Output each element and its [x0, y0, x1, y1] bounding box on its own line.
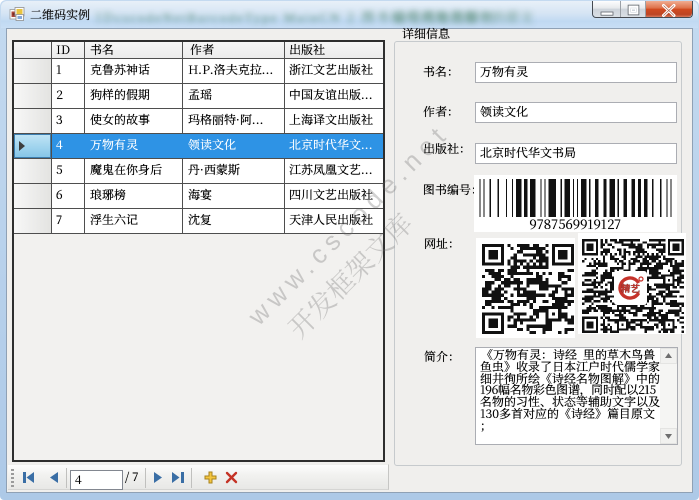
svg-text:精艺: 精艺 — [621, 281, 641, 295]
